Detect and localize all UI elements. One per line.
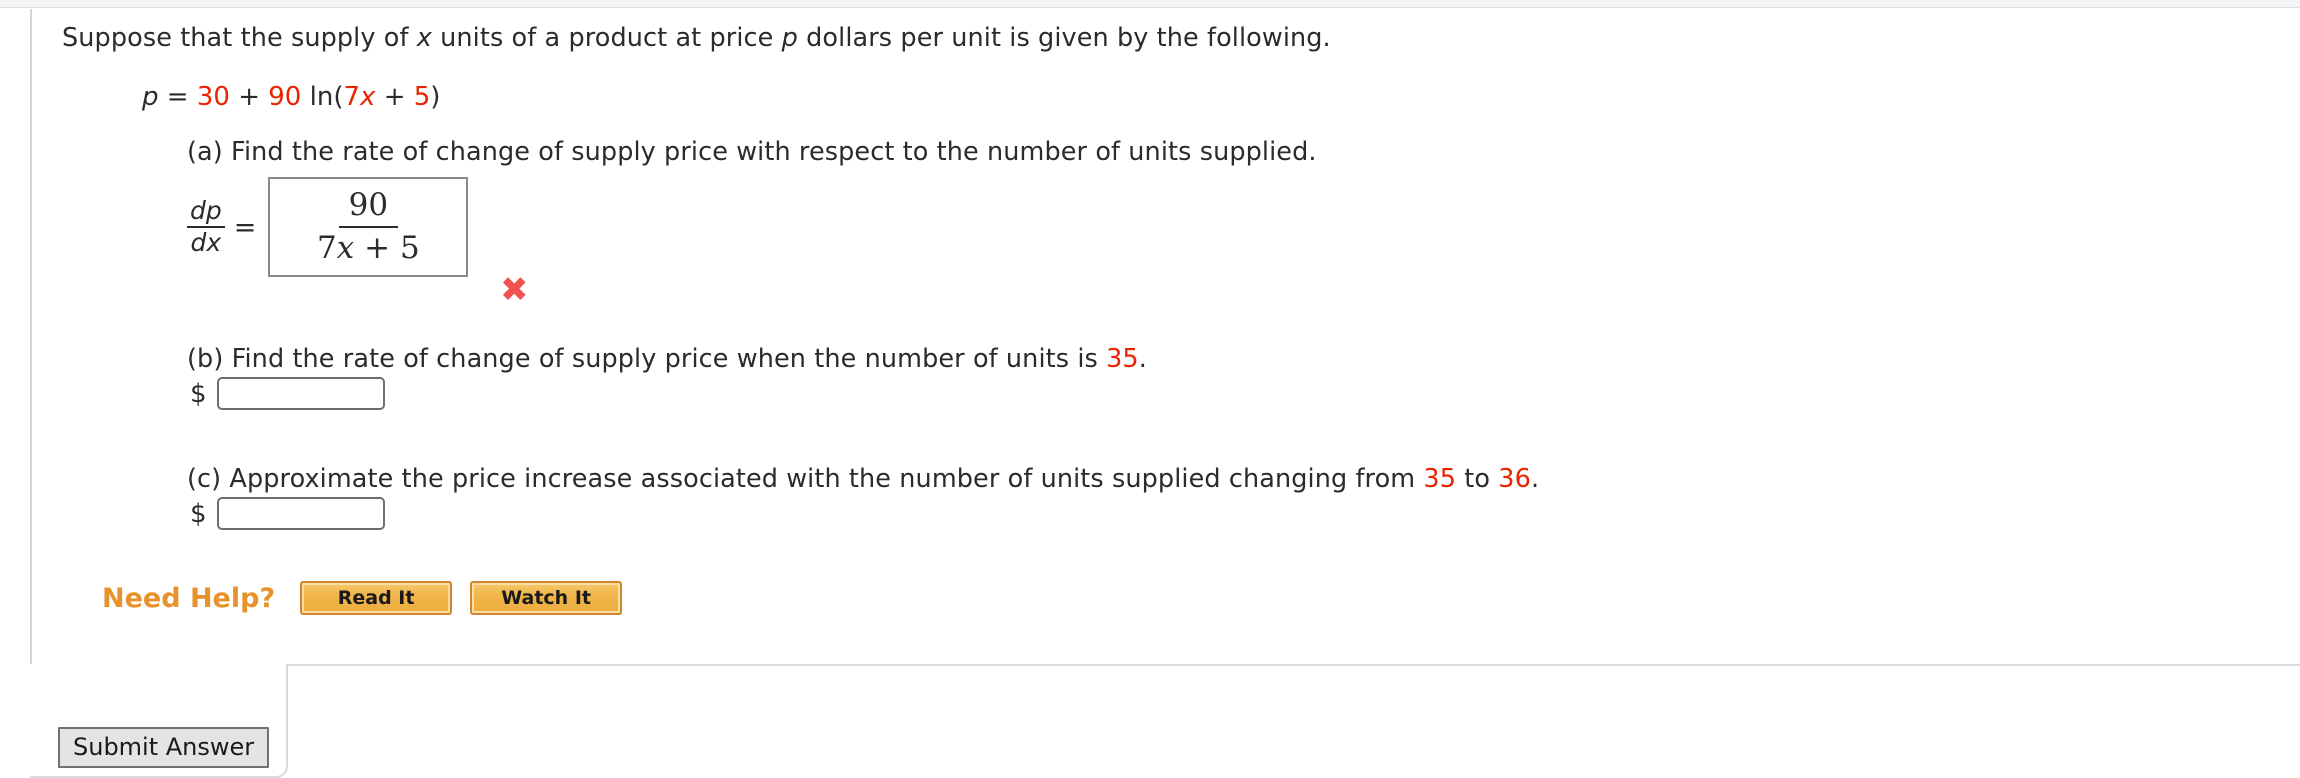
- equation-inner-coefficient: 7: [343, 82, 361, 112]
- answer-fraction: 90 7x + 5: [311, 187, 426, 267]
- need-help-row: Need Help? Read It Watch It: [102, 581, 640, 615]
- derivative-denominator: dx: [190, 228, 222, 257]
- given-equation: p = 30 + 90 ln(7x + 5): [142, 82, 440, 112]
- stem-variable-x: x: [416, 23, 432, 53]
- part-a-label: (a) Find the rate of change of supply pr…: [187, 137, 1317, 167]
- part-b-text-2: .: [1138, 344, 1147, 374]
- equation-coefficient: 90: [268, 82, 302, 112]
- part-b-value: 35: [1106, 344, 1139, 374]
- equation-ln-open: ln(: [309, 82, 344, 112]
- derivative-equals-sign: =: [233, 211, 257, 243]
- derivative-notation: dp dx: [187, 197, 225, 257]
- equation-inner-plus: +: [383, 82, 406, 112]
- submit-answer-button[interactable]: Submit Answer: [58, 727, 270, 768]
- denominator-variable: x: [336, 229, 355, 266]
- top-strip: [0, 0, 2300, 8]
- read-it-button[interactable]: Read It: [300, 581, 453, 615]
- equation-lhs: p: [142, 82, 159, 112]
- equation-inner-constant: 5: [413, 82, 431, 112]
- answer-fraction-numerator: 90: [338, 187, 399, 228]
- denominator-constant: 5: [399, 229, 420, 266]
- part-c-answer-input[interactable]: [216, 497, 385, 530]
- need-help-label: Need Help?: [102, 582, 276, 614]
- question-panel: Suppose that the supply of x units of a …: [30, 9, 2300, 664]
- problem-stem: Suppose that the supply of x units of a …: [62, 23, 1331, 53]
- watch-it-button[interactable]: Watch It: [470, 581, 623, 615]
- part-c-value-from: 35: [1423, 464, 1457, 494]
- part-c-text-1: (c) Approximate the price increase assoc…: [187, 464, 1424, 494]
- part-c-label: (c) Approximate the price increase assoc…: [187, 464, 1539, 494]
- part-c-text-2: to: [1456, 464, 1499, 494]
- part-c-value-to: 36: [1498, 464, 1531, 494]
- part-c-text-3: .: [1530, 464, 1540, 494]
- denominator-plus: +: [354, 229, 400, 266]
- stem-text-1: Suppose that the supply of: [62, 23, 417, 53]
- part-c-answer-row: $: [190, 497, 385, 530]
- part-a-answer-row: dp dx = 90 7x + 5: [187, 177, 469, 277]
- part-b-text-1: (b) Find the rate of change of supply pr…: [187, 344, 1107, 374]
- footer-divider: [288, 664, 2300, 666]
- incorrect-mark-icon: ✖: [500, 270, 529, 310]
- part-a-answer-box[interactable]: 90 7x + 5: [268, 177, 469, 277]
- equation-inner-variable: x: [360, 82, 376, 112]
- derivative-numerator: dp: [187, 197, 225, 228]
- stem-text-3: dollars per unit is given by the followi…: [797, 23, 1331, 53]
- equation-plus: +: [238, 82, 260, 112]
- part-b-label: (b) Find the rate of change of supply pr…: [187, 344, 1147, 374]
- equation-close-paren: ): [430, 82, 441, 112]
- stem-variable-p: p: [781, 23, 798, 53]
- equation-equals: =: [166, 82, 189, 112]
- part-c-currency-symbol: $: [190, 498, 207, 529]
- answer-fraction-denominator: 7x + 5: [311, 228, 426, 267]
- part-b-answer-row: $: [190, 377, 385, 410]
- stem-text-2: units of a product at price: [431, 23, 782, 53]
- denominator-coefficient: 7: [317, 229, 337, 266]
- part-b-answer-input[interactable]: [216, 377, 385, 410]
- part-b-currency-symbol: $: [190, 378, 207, 409]
- equation-constant: 30: [196, 82, 230, 112]
